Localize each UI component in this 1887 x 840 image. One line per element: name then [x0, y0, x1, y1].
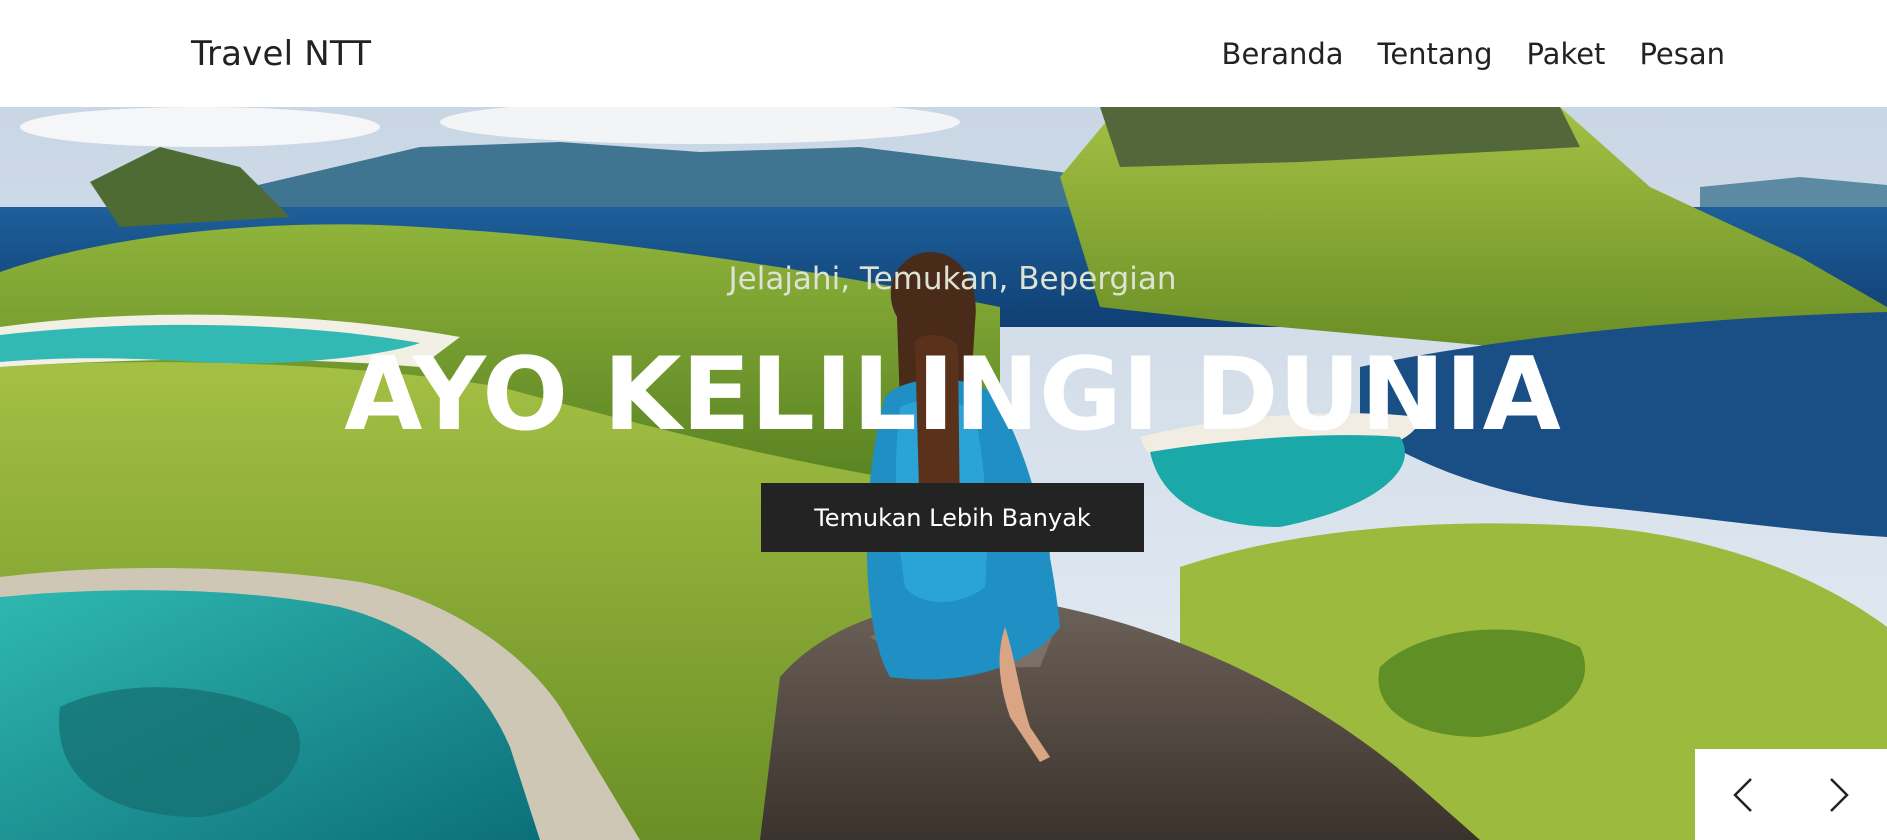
nav-link-pesan[interactable]: Pesan [1639, 37, 1725, 71]
slider-prev-button[interactable] [1695, 749, 1791, 840]
discover-more-button[interactable]: Temukan Lebih Banyak [761, 483, 1144, 552]
nav-link-tentang[interactable]: Tentang [1378, 37, 1493, 71]
hero-title: AYO KELILINGI DUNIA [344, 335, 1561, 453]
slider-controls [1695, 749, 1887, 840]
slider-next-button[interactable] [1791, 749, 1887, 840]
chevron-left-icon [1733, 777, 1752, 812]
nav-link-paket[interactable]: Paket [1527, 37, 1606, 71]
nav-link-beranda[interactable]: Beranda [1222, 37, 1344, 71]
nav-menu: Beranda Tentang Paket Pesan [1222, 37, 1725, 71]
hero-section: Jelajahi, Temukan, Bepergian AYO KELILIN… [0, 107, 1887, 840]
hero-background-image [0, 107, 1887, 840]
chevron-right-icon [1830, 777, 1849, 812]
hero-tagline: Jelajahi, Temukan, Bepergian [728, 261, 1177, 297]
navbar: Travel NTT Beranda Tentang Paket Pesan [0, 0, 1887, 107]
brand-logo[interactable]: Travel NTT [191, 34, 371, 74]
